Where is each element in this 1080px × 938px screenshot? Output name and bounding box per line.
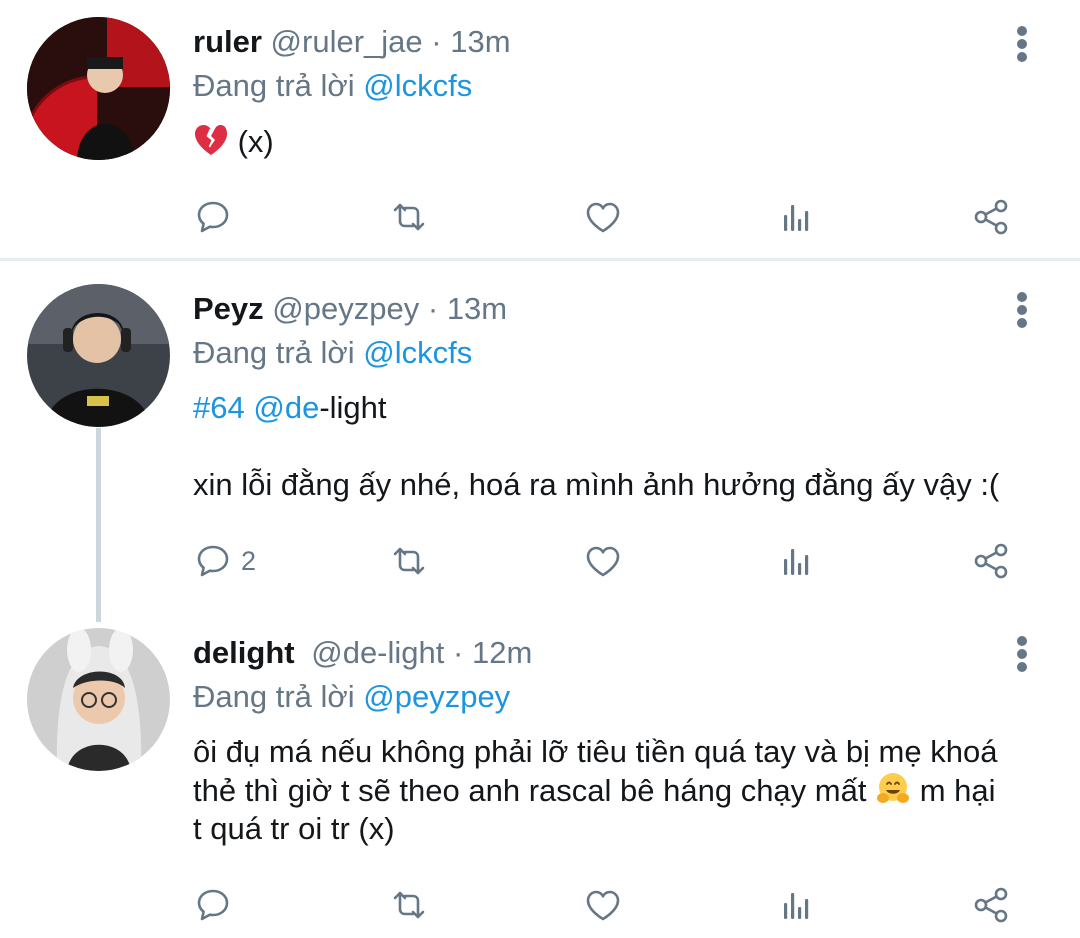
tweet-divider: [0, 258, 1080, 261]
separator-dot: ·: [427, 291, 439, 326]
replying-to-label: Đang trả lời: [193, 68, 355, 103]
share-icon: [974, 543, 1008, 579]
display-name[interactable]: delight: [193, 635, 295, 670]
like-icon: [586, 890, 620, 921]
share-button[interactable]: [969, 192, 1013, 242]
reply-button[interactable]: [191, 880, 235, 930]
reply-button[interactable]: 2: [191, 536, 256, 586]
hashtag-link[interactable]: #64: [193, 390, 245, 425]
avatar-peyz[interactable]: [27, 284, 170, 427]
tweet-body-line-1: ôi đụ má nếu không phải lỡ tiêu tiền quá…: [193, 734, 998, 769]
timestamp[interactable]: 12m: [472, 635, 532, 670]
tweet-body-line-3: t quá tr oi tr (x): [193, 811, 395, 846]
retweet-button[interactable]: [387, 880, 431, 930]
more-options-icon[interactable]: [1011, 634, 1033, 674]
retweet-icon: [393, 891, 425, 919]
tweet-body: ôi đụ má nếu không phải lỡ tiêu tiền quá…: [193, 733, 1053, 848]
retweet-icon: [393, 203, 425, 231]
user-handle[interactable]: @ruler_jae: [271, 24, 423, 59]
reply-button[interactable]: [191, 192, 235, 242]
share-icon: [974, 887, 1008, 923]
display-name[interactable]: ruler: [193, 24, 262, 59]
separator-dot: ·: [431, 24, 442, 59]
tweet-text: (x): [193, 122, 274, 161]
analytics-icon: [784, 893, 809, 919]
tweet-text-tail: (x): [229, 124, 274, 159]
reply-icon: [197, 889, 229, 921]
user-handle[interactable]: @peyzpey: [272, 291, 419, 326]
like-button[interactable]: [581, 536, 625, 586]
mention-link[interactable]: @de: [253, 390, 319, 425]
reply-icon: [197, 201, 229, 233]
tweet-header: Peyz @peyzpey · 13m: [193, 289, 507, 329]
analytics-button[interactable]: [775, 192, 819, 242]
replying-to: Đang trả lời @lckcfs: [193, 66, 472, 106]
share-icon: [974, 199, 1008, 235]
tweet-body-line-2a: thẻ thì giờ t sẽ theo anh rascal bê háng…: [193, 773, 876, 808]
share-button[interactable]: [969, 536, 1013, 586]
like-button[interactable]: [581, 192, 625, 242]
tweet-text: #64 @de-light: [193, 389, 387, 427]
like-icon: [586, 202, 620, 233]
display-name[interactable]: Peyz: [193, 291, 264, 326]
tweet-body: xin lỗi đằng ấy nhé, hoá ra mình ảnh hưở…: [193, 467, 1000, 502]
timestamp[interactable]: 13m: [447, 291, 507, 326]
hugging-face-emoji: [877, 773, 910, 803]
mention-tail: -light: [319, 390, 387, 425]
replying-to-mention[interactable]: @lckcfs: [363, 335, 472, 370]
more-options-icon[interactable]: [1011, 290, 1033, 330]
user-handle[interactable]: @de-light: [311, 635, 444, 670]
tweet-delight[interactable]: delight @de-light · 12m Đang trả lời @pe…: [0, 602, 1080, 938]
retweet-button[interactable]: [387, 192, 431, 242]
analytics-icon: [784, 205, 809, 231]
tweet-peyz[interactable]: Peyz @peyzpey · 13m Đang trả lời @lckcfs…: [0, 262, 1080, 602]
tweet-ruler[interactable]: ruler @ruler_jae · 13m Đang trả lời @lck…: [0, 0, 1080, 258]
tweet-header: delight @de-light · 12m: [193, 633, 532, 673]
reply-icon: [197, 545, 229, 577]
replying-to: Đang trả lời @lckcfs: [193, 333, 472, 373]
like-button[interactable]: [581, 880, 625, 930]
tweet-body-line-2b: m hại: [911, 773, 996, 808]
replying-to-label: Đang trả lời: [193, 679, 355, 714]
more-options-icon[interactable]: [1011, 24, 1033, 64]
analytics-button[interactable]: [775, 536, 819, 586]
analytics-button[interactable]: [775, 880, 819, 930]
broken-heart-emoji: [195, 125, 227, 155]
avatar-delight[interactable]: [27, 628, 170, 771]
avatar-ruler[interactable]: [27, 17, 170, 160]
replying-to-mention[interactable]: @lckcfs: [363, 68, 472, 103]
share-button[interactable]: [969, 880, 1013, 930]
reply-count: 2: [241, 545, 257, 576]
replying-to-mention[interactable]: @peyzpey: [363, 679, 510, 714]
separator-dot: ·: [453, 635, 464, 670]
analytics-icon: [784, 549, 809, 575]
tweet-actions: 2: [0, 536, 1080, 586]
retweet-icon: [393, 547, 425, 575]
tweet-body-line-2: thẻ thì giờ t sẽ theo anh rascal bê háng…: [193, 771, 1053, 810]
timestamp[interactable]: 13m: [450, 24, 510, 59]
replying-to: Đang trả lời @peyzpey: [193, 677, 510, 717]
tweet-header: ruler @ruler_jae · 13m: [193, 22, 511, 62]
like-icon: [586, 546, 620, 577]
replying-to-label: Đang trả lời: [193, 335, 355, 370]
retweet-button[interactable]: [387, 536, 431, 586]
tweet-actions: [0, 192, 1080, 242]
tweet-actions: [0, 880, 1080, 930]
